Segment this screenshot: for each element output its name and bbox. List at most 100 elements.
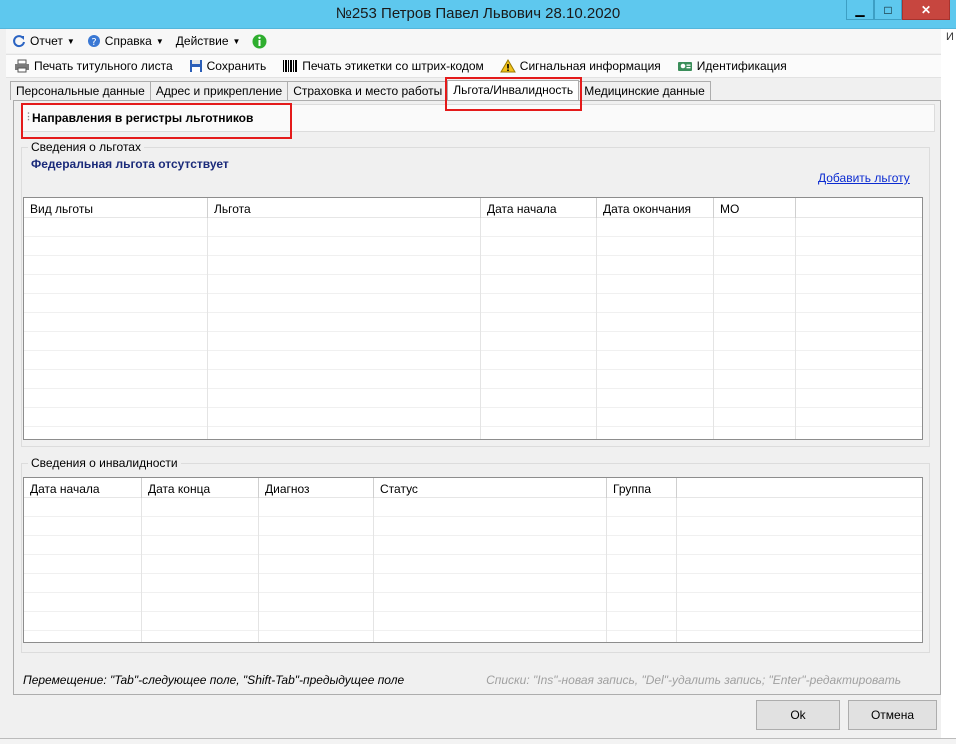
table-cell[interactable] [24, 275, 208, 294]
table-cell[interactable] [142, 555, 259, 574]
table-cell[interactable] [607, 612, 677, 631]
table-cell[interactable] [259, 612, 374, 631]
table-cell[interactable] [607, 593, 677, 612]
save-button[interactable]: Сохранить [189, 59, 266, 73]
table-cell[interactable] [259, 555, 374, 574]
table-cell[interactable] [714, 332, 796, 351]
table-cell[interactable] [208, 332, 481, 351]
table-cell[interactable] [24, 427, 208, 439]
table-cell[interactable] [24, 218, 208, 237]
cancel-button[interactable]: Отмена [848, 700, 937, 730]
table-cell[interactable] [142, 631, 259, 642]
table-cell[interactable] [259, 631, 374, 642]
col-diagnosis[interactable]: Диагноз [259, 478, 374, 498]
table-cell[interactable] [714, 408, 796, 427]
table-cell[interactable] [374, 574, 607, 593]
tab-address[interactable]: Адрес и прикрепление [149, 81, 289, 100]
table-cell[interactable] [374, 612, 607, 631]
table-cell[interactable] [597, 275, 714, 294]
benefits-table[interactable]: Вид льготы Льгота Дата начала Дата оконч… [23, 197, 923, 440]
table-cell[interactable] [24, 256, 208, 275]
disability-table[interactable]: Дата начала Дата конца Диагноз Статус Гр… [23, 477, 923, 643]
table-cell[interactable] [607, 574, 677, 593]
table-cell[interactable] [607, 536, 677, 555]
ok-button[interactable]: Ok [756, 700, 840, 730]
table-row[interactable] [24, 218, 922, 237]
table-cell[interactable] [481, 370, 597, 389]
signal-info-button[interactable]: Сигнальная информация [499, 59, 661, 73]
table-cell[interactable] [597, 408, 714, 427]
tab-personal-data[interactable]: Персональные данные [10, 81, 151, 100]
table-cell[interactable] [142, 498, 259, 517]
table-cell[interactable] [208, 351, 481, 370]
table-cell[interactable] [714, 351, 796, 370]
table-cell[interactable] [481, 294, 597, 313]
table-cell[interactable] [208, 275, 481, 294]
table-cell[interactable] [481, 332, 597, 351]
maximize-button[interactable]: □ [874, 0, 902, 20]
table-cell[interactable] [24, 370, 208, 389]
table-cell[interactable] [24, 517, 142, 536]
table-cell[interactable] [24, 313, 208, 332]
table-row[interactable] [24, 593, 922, 612]
add-benefit-link[interactable]: Добавить льготу [818, 171, 910, 185]
info-icon[interactable] [252, 34, 267, 49]
table-cell[interactable] [374, 555, 607, 574]
table-cell[interactable] [481, 389, 597, 408]
table-cell[interactable] [208, 370, 481, 389]
col-start-date[interactable]: Дата начала [24, 478, 142, 498]
table-cell[interactable] [607, 517, 677, 536]
table-cell[interactable] [481, 427, 597, 439]
table-cell[interactable] [714, 218, 796, 237]
print-barcode-button[interactable]: Печать этикетки со штрих-кодом [282, 59, 484, 73]
table-cell[interactable] [607, 631, 677, 642]
table-cell[interactable] [481, 256, 597, 275]
table-cell[interactable] [24, 332, 208, 351]
table-cell[interactable] [24, 351, 208, 370]
table-row[interactable] [24, 631, 922, 642]
table-cell[interactable] [24, 593, 142, 612]
table-cell[interactable] [597, 313, 714, 332]
col-benefit-type[interactable]: Вид льготы [24, 198, 208, 218]
table-cell[interactable] [208, 408, 481, 427]
table-row[interactable] [24, 427, 922, 439]
table-cell[interactable] [597, 427, 714, 439]
table-cell[interactable] [374, 536, 607, 555]
col-group[interactable]: Группа [607, 478, 677, 498]
table-row[interactable] [24, 256, 922, 275]
col-benefit[interactable]: Льгота [208, 198, 481, 218]
table-cell[interactable] [259, 536, 374, 555]
table-cell[interactable] [481, 351, 597, 370]
table-cell[interactable] [142, 593, 259, 612]
table-cell[interactable] [714, 389, 796, 408]
table-cell[interactable] [24, 536, 142, 555]
table-cell[interactable] [24, 612, 142, 631]
tab-medical-data[interactable]: Медицинские данные [578, 81, 711, 100]
table-cell[interactable] [259, 517, 374, 536]
title-bar[interactable]: №253 Петров Павел Львович 28.10.2020 ▁ □… [0, 0, 956, 29]
print-title-button[interactable]: Печать титульного листа [14, 59, 173, 73]
col-mo[interactable]: МО [714, 198, 796, 218]
table-cell[interactable] [597, 351, 714, 370]
table-cell[interactable] [374, 498, 607, 517]
table-cell[interactable] [597, 256, 714, 275]
table-row[interactable] [24, 332, 922, 351]
table-cell[interactable] [142, 612, 259, 631]
table-cell[interactable] [481, 408, 597, 427]
table-cell[interactable] [597, 294, 714, 313]
table-cell[interactable] [142, 574, 259, 593]
table-cell[interactable] [24, 408, 208, 427]
table-row[interactable] [24, 275, 922, 294]
table-cell[interactable] [714, 275, 796, 294]
identify-button[interactable]: Идентификация [677, 59, 787, 73]
menu-action[interactable]: Действие ▼ [176, 34, 241, 48]
table-cell[interactable] [259, 498, 374, 517]
table-cell[interactable] [208, 256, 481, 275]
table-cell[interactable] [208, 389, 481, 408]
table-cell[interactable] [208, 427, 481, 439]
table-cell[interactable] [24, 237, 208, 256]
table-cell[interactable] [481, 275, 597, 294]
table-cell[interactable] [714, 294, 796, 313]
menu-report[interactable]: Отчет ▼ [12, 34, 75, 48]
table-cell[interactable] [208, 237, 481, 256]
